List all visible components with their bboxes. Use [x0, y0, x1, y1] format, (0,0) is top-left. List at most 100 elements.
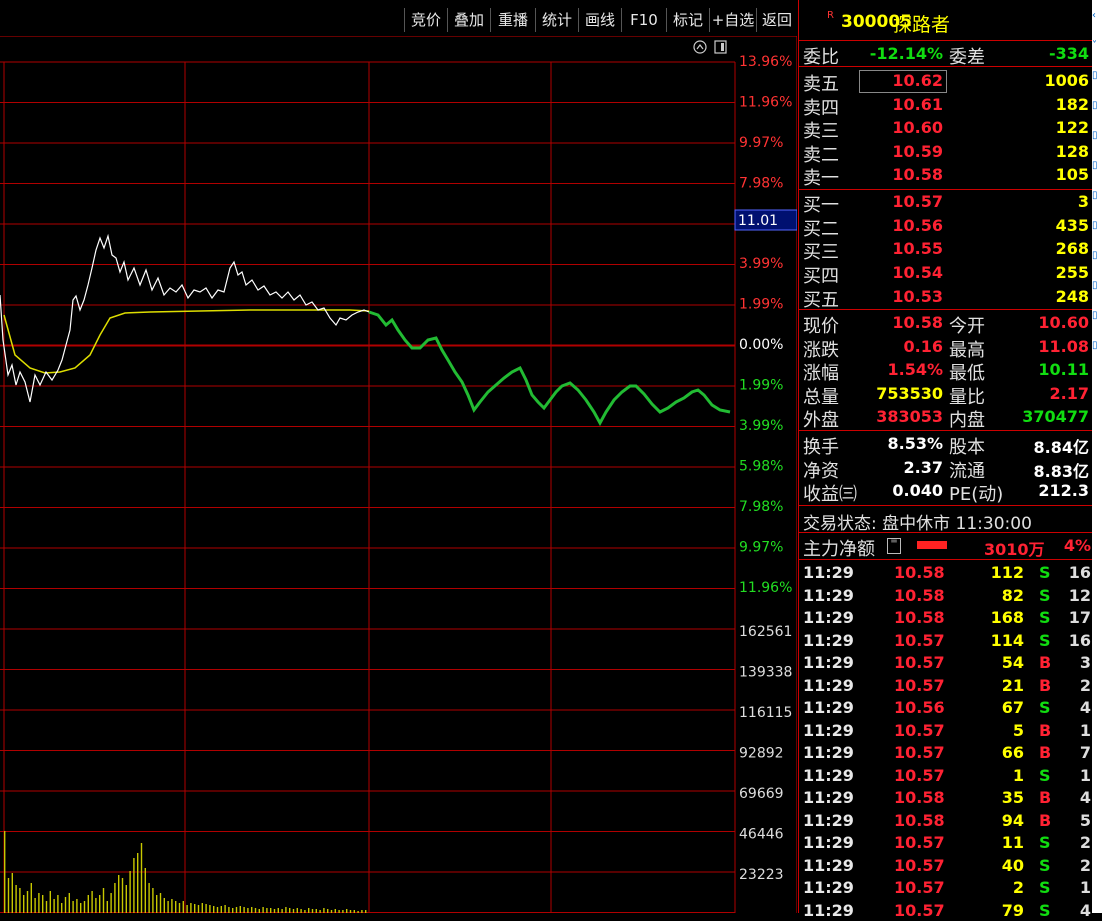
tick-count: 12	[1068, 585, 1091, 605]
tick-row[interactable]: 11:29 10.57 40 S 2	[799, 854, 1093, 876]
side-icon-9[interactable]: ▯	[1092, 310, 1102, 322]
tick-count: 2	[1079, 855, 1091, 875]
side-icon-4[interactable]: ▯	[1092, 160, 1102, 172]
svg-text:11.01: 11.01	[738, 213, 778, 229]
toolbar-button-draw[interactable]: 画线	[578, 8, 621, 32]
tick-row[interactable]: 11:29 10.56 67 S 4	[799, 696, 1093, 718]
arrow-down-icon[interactable]: ˅	[1092, 40, 1102, 52]
bid-level-3-value2: 268	[1055, 239, 1089, 259]
tick-row[interactable]: 11:29 10.57 66 B 7	[799, 741, 1093, 763]
tick-row[interactable]: 11:29 10.57 79 S 4	[799, 899, 1093, 921]
share-row-0-value: 8.53%	[887, 434, 943, 453]
list-icon[interactable]: ≡	[887, 537, 901, 554]
stat-row-3-value2: 2.17	[1049, 383, 1089, 403]
y-label-pct: 7.98%	[739, 176, 783, 192]
weicha-value: -334	[1048, 44, 1089, 63]
bid-level-2: 买二 10.56 435	[799, 214, 1093, 240]
tick-row[interactable]: 11:29 10.57 21 B 2	[799, 674, 1093, 696]
tick-side: S	[1039, 765, 1051, 785]
bid-level-1: 买一 10.57 3	[799, 190, 1093, 216]
tick-row[interactable]: 11:29 10.57 54 B 3	[799, 651, 1093, 673]
tick-row[interactable]: 11:29 10.57 5 B 1	[799, 719, 1093, 741]
window-icon[interactable]	[714, 40, 727, 54]
volume-bar	[34, 898, 36, 913]
tick-time: 11:29	[803, 675, 854, 695]
tick-row[interactable]: 11:29 10.58 94 B 5	[799, 809, 1093, 831]
volume-bar	[19, 888, 21, 913]
volume-bar	[178, 903, 181, 913]
tick-row[interactable]: 11:29 10.57 114 S 16	[799, 629, 1093, 651]
main-force-row: 主力净额 ≡ 3010万 4%	[799, 534, 1093, 560]
side-icon-1[interactable]: ▯	[1092, 70, 1102, 82]
bid-level-1-value: 10.57	[892, 192, 943, 211]
side-icon-8[interactable]: ▯	[1092, 280, 1102, 292]
volume-bar	[209, 905, 211, 913]
tick-count: 2	[1079, 833, 1091, 852]
tick-side: B	[1039, 743, 1052, 762]
tick-qty: 114	[990, 630, 1024, 650]
side-icon-6[interactable]: ▯	[1092, 220, 1102, 232]
volume-bar	[87, 895, 89, 913]
main-force-bar	[917, 541, 947, 549]
tick-row[interactable]: 11:29 10.58 82 S 12	[799, 584, 1093, 606]
tick-row[interactable]: 11:29 10.57 2 S 1	[799, 876, 1093, 898]
side-icon-7[interactable]: ▯	[1092, 250, 1102, 262]
volume-bar	[30, 883, 32, 913]
arrow-left-icon[interactable]: ‹	[1092, 10, 1102, 22]
toolbar-button-back[interactable]: 返回	[756, 8, 797, 32]
tick-qty: 94	[1001, 810, 1024, 830]
collapse-icon[interactable]	[693, 40, 707, 54]
toolbar-button-mark[interactable]: 标记	[666, 8, 709, 32]
toolbar-button-stats[interactable]: 统计	[535, 8, 578, 32]
volume-bar	[273, 909, 276, 913]
toolbar-button-f10[interactable]: F10	[621, 8, 666, 32]
tick-qty: 1	[1012, 765, 1024, 785]
tick-qty: 67	[1001, 698, 1024, 717]
toolbar-button-auction[interactable]: 竞价	[404, 8, 447, 32]
side-icon-2[interactable]: ▯	[1092, 100, 1102, 112]
toolbar-button-overlay[interactable]: 叠加	[447, 8, 490, 32]
volume-bar	[110, 893, 112, 913]
tick-price: 10.57	[894, 833, 945, 852]
volume-bar	[277, 908, 279, 913]
share-row-1: 净资 2.37 流通 8.83亿	[799, 456, 1093, 482]
volume-bar	[239, 906, 241, 913]
side-icon-3[interactable]: ▯	[1092, 130, 1102, 142]
ask-level-5-value2: 1006	[1044, 71, 1089, 90]
tick-price: 10.57	[894, 630, 945, 650]
side-icon-10[interactable]: ▯	[1092, 340, 1102, 352]
side-toolbar-strip: ‹ ˅ ▯ ▯ ▯ ▯ ▯ ▯ ▯ ▯ ▯ ▯	[1092, 0, 1102, 913]
bid-level-2-value: 10.56	[892, 215, 943, 235]
stock-name[interactable]: 探路者	[893, 10, 950, 37]
y-label-volume: 116115	[739, 705, 792, 721]
bid-level-4: 买四 10.54 255	[799, 261, 1093, 287]
tick-row[interactable]: 11:29 10.57 11 S 2	[799, 831, 1093, 853]
volume-bar	[118, 875, 120, 913]
side-icon-5[interactable]: ▯	[1092, 190, 1102, 202]
volume-bar	[91, 891, 93, 913]
tick-row[interactable]: 11:29 10.58 168 S 17	[799, 606, 1093, 628]
toolbar-button-replay[interactable]: 重播	[490, 8, 535, 32]
volume-bar	[308, 908, 310, 913]
y-axis-labels: 13.96% 11.96% 9.97% 7.98% 3.99% 1.99% 0.00% 1.9…	[739, 54, 792, 883]
tick-count: 4	[1079, 788, 1091, 807]
tick-row[interactable]: 11:29 10.58 35 B 4	[799, 786, 1093, 808]
bid-level-4-value2: 255	[1055, 263, 1089, 283]
tick-row[interactable]: 11:29 10.58 112 S 16	[799, 561, 1093, 583]
volume-bar	[121, 878, 124, 913]
volume-bar	[216, 907, 219, 913]
intraday-chart[interactable]: 13.96% 11.96% 9.97% 7.98% 3.99% 1.99% 0.00% 1.9…	[0, 36, 797, 913]
tick-side: S	[1039, 878, 1051, 897]
stat-row-4-value: 383053	[876, 407, 943, 426]
tick-row[interactable]: 11:29 10.57 1 S 1	[799, 764, 1093, 786]
tick-count: 7	[1079, 743, 1091, 762]
stat-row-0-value: 10.58	[892, 313, 943, 332]
toolbar-button-add-watchlist[interactable]: +自选	[709, 8, 756, 32]
tick-qty: 112	[990, 563, 1024, 582]
volume-bar	[186, 905, 188, 913]
stat-row-3-value: 753530	[876, 383, 943, 403]
trade-status: 交易状态: 盘中休市 11:30:00	[799, 508, 1093, 534]
share-row-1-value2: 8.83亿	[1033, 461, 1089, 481]
tick-count: 4	[1079, 900, 1091, 920]
volume-bar	[289, 908, 291, 913]
